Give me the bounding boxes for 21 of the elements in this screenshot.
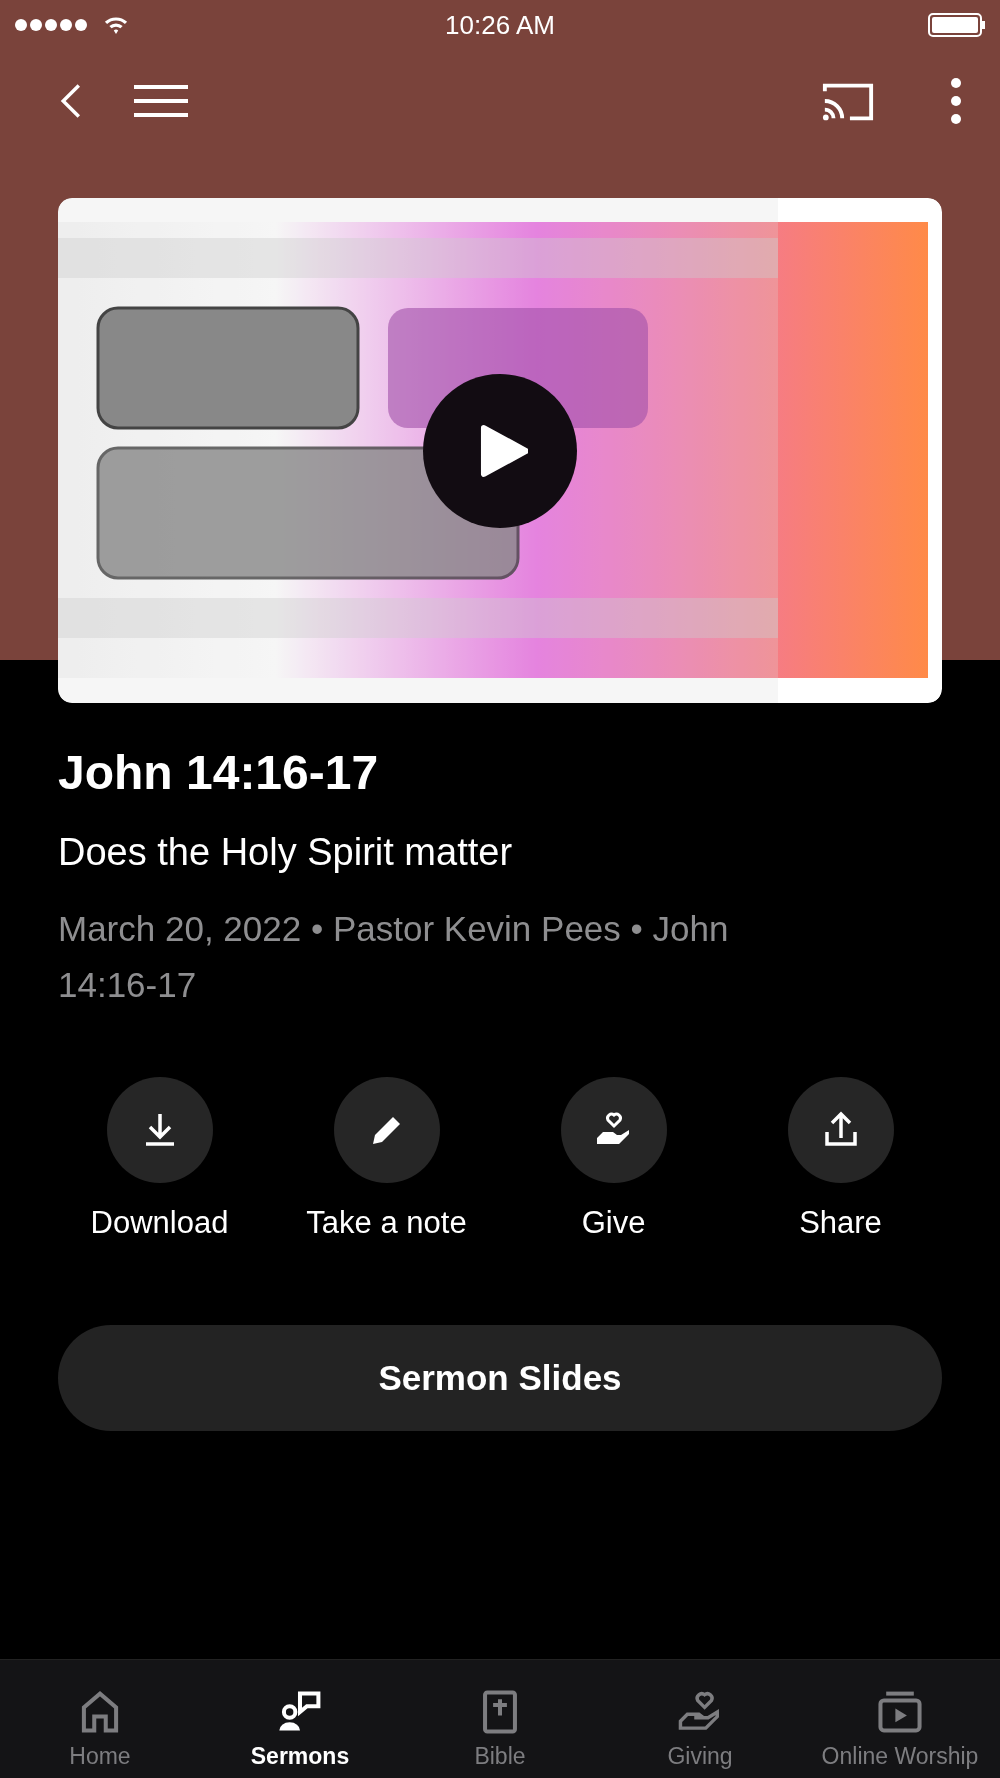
tab-item[interactable]: Home (0, 1660, 200, 1778)
action-label: Download (90, 1205, 229, 1242)
action-label: Give (581, 1205, 646, 1242)
sermon-title: John 14:16-17 (58, 745, 380, 801)
tab-item[interactable]: Giving (600, 1660, 800, 1778)
video-stack-icon (877, 1689, 923, 1735)
sermon-subtitle: Does the Holy Spirit matter (58, 829, 514, 875)
action-label: Take a note (306, 1205, 467, 1242)
wifi-icon (102, 15, 130, 35)
status-time: 10:26 AM (445, 9, 555, 41)
sermon-slides-button[interactable]: Sermon Slides (58, 1325, 942, 1432)
battery-icon (928, 13, 986, 37)
tab-item[interactable]: Online Worship (800, 1660, 1000, 1778)
signal-icon (14, 18, 88, 32)
menu-icon[interactable] (134, 84, 188, 118)
action-label: Share (799, 1205, 882, 1242)
tab-item[interactable]: Sermons (200, 1660, 400, 1778)
play-icon (480, 424, 528, 478)
tab-item[interactable]: Bible (400, 1660, 600, 1778)
sermon-meta: March 20, 2022 • Pastor Kevin Pees • John 14:16-17 (58, 908, 730, 1007)
more-icon[interactable] (950, 77, 962, 125)
